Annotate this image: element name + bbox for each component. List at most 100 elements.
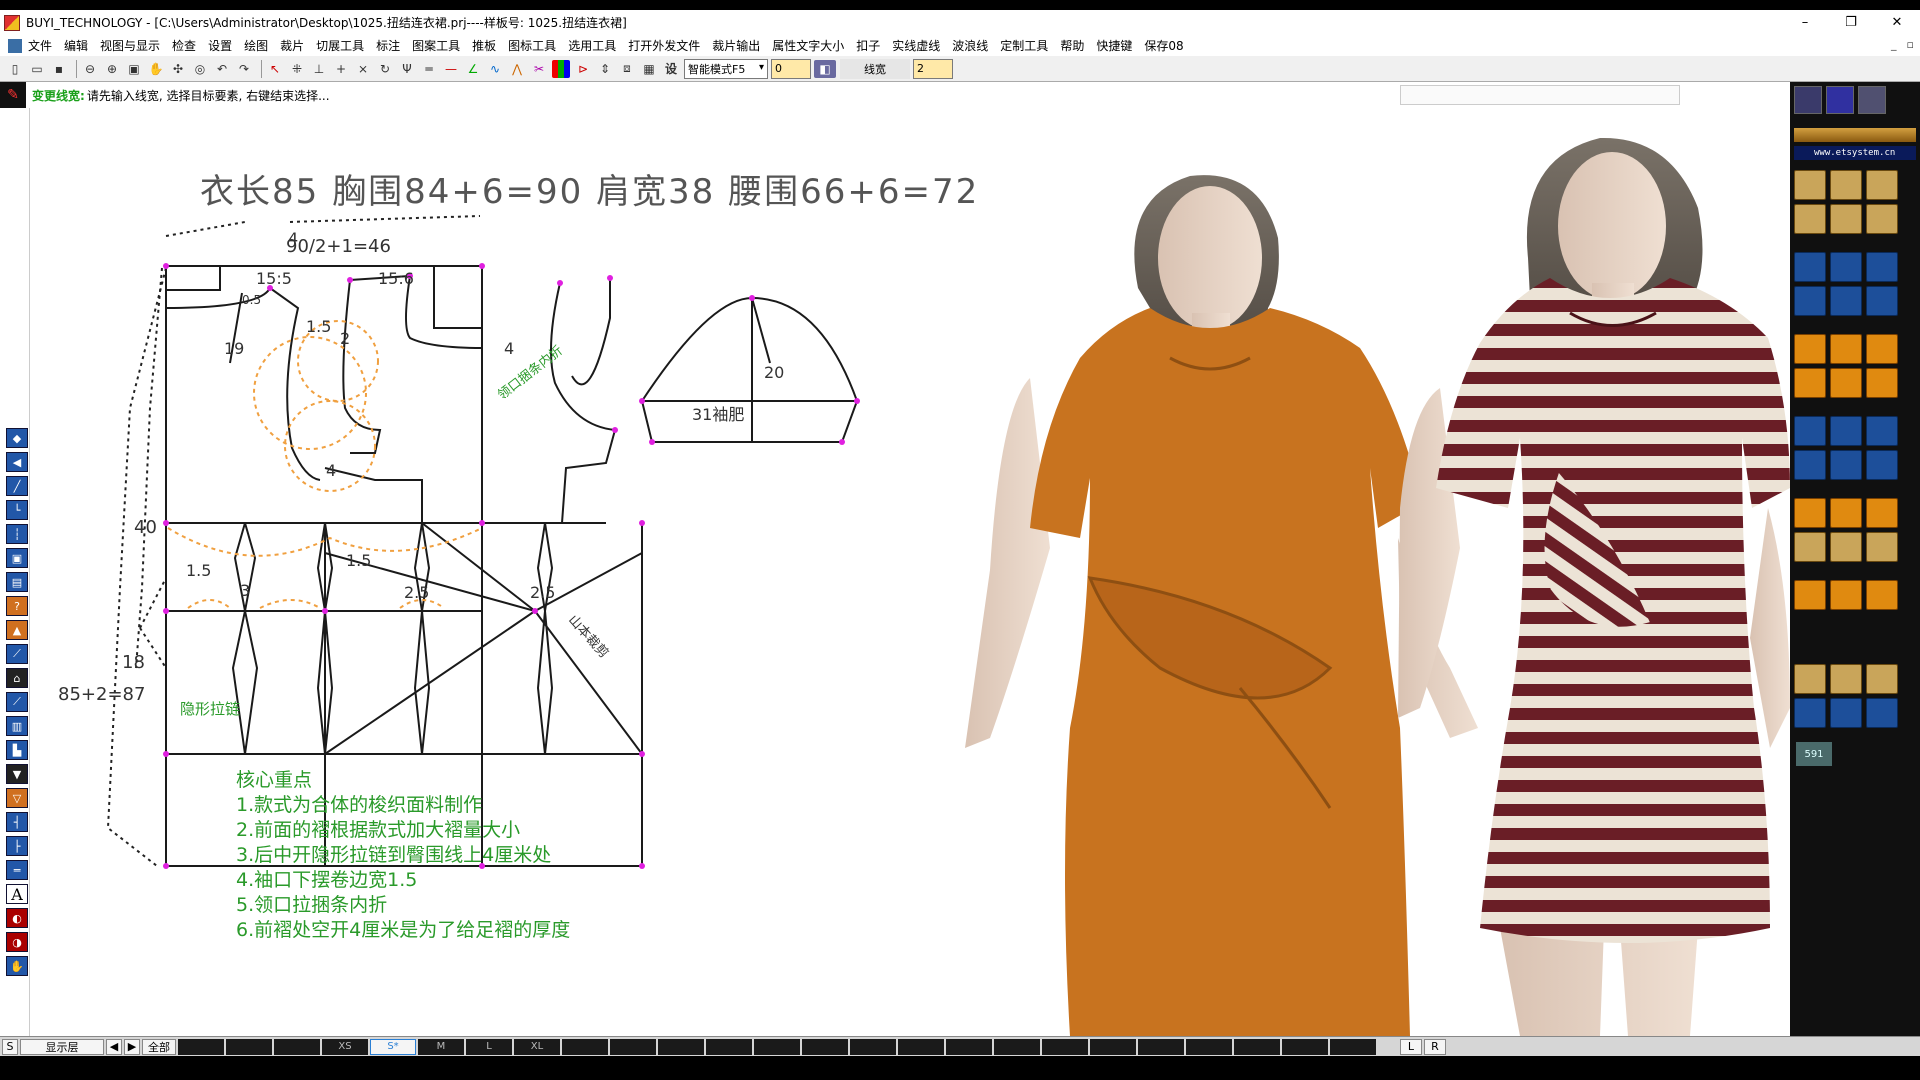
point-select-icon[interactable]: ⁜: [288, 60, 306, 78]
scissors-icon[interactable]: ✂: [530, 60, 548, 78]
tool-button-1[interactable]: ◆: [6, 428, 28, 448]
curve-icon[interactable]: ∿: [486, 60, 504, 78]
size-empty-1[interactable]: [178, 1038, 224, 1055]
menu-file[interactable]: 文件: [28, 37, 52, 54]
measure-icon[interactable]: ⊥: [310, 60, 328, 78]
size-xl[interactable]: XL: [514, 1038, 560, 1055]
tool-button-19[interactable]: ═: [6, 860, 28, 880]
menu-draw[interactable]: 绘图: [244, 37, 268, 54]
menu-pieces[interactable]: 裁片: [280, 37, 304, 54]
select-arrow-icon[interactable]: ↖: [266, 60, 284, 78]
tool-button-16[interactable]: ▽: [6, 788, 28, 808]
tool-button-5[interactable]: ┆: [6, 524, 28, 544]
zoom-in-icon[interactable]: ⊕: [103, 60, 121, 78]
close-button[interactable]: ✕: [1874, 10, 1920, 35]
rp-button-14[interactable]: [1830, 334, 1862, 364]
rp-button-20[interactable]: [1830, 416, 1862, 446]
document-icon[interactable]: [8, 38, 22, 53]
zoom-out-icon[interactable]: ⊖: [81, 60, 99, 78]
redo-icon[interactable]: ↷: [235, 60, 253, 78]
all-sizes-button[interactable]: 全部: [142, 1038, 176, 1055]
rp-button-11[interactable]: [1830, 286, 1862, 316]
rp-button-15[interactable]: [1866, 334, 1898, 364]
size-empty-13[interactable]: [994, 1038, 1040, 1055]
move-icon[interactable]: ✣: [169, 60, 187, 78]
tool-button-3[interactable]: ╱: [6, 476, 28, 496]
size-empty-9[interactable]: [802, 1038, 848, 1055]
value-field-1[interactable]: 0: [771, 58, 811, 79]
rp-button-33[interactable]: [1866, 580, 1898, 610]
size-empty-4[interactable]: [562, 1038, 608, 1055]
menu-view[interactable]: 视图与显示: [100, 37, 160, 54]
rp-button-7[interactable]: [1794, 252, 1826, 282]
size-empty-12[interactable]: [946, 1038, 992, 1055]
linewidth-field[interactable]: 2: [913, 58, 953, 79]
color-fill-icon[interactable]: [552, 59, 570, 78]
tool-button-10[interactable]: ⟋: [6, 644, 28, 664]
rp-button-6[interactable]: [1866, 204, 1898, 234]
next-button[interactable]: ▶: [124, 1038, 140, 1055]
rp-button-34[interactable]: [1794, 664, 1826, 694]
menu-settings[interactable]: 设置: [208, 37, 232, 54]
fork-icon[interactable]: Ψ: [398, 60, 416, 78]
rp-button-25[interactable]: [1794, 498, 1826, 528]
rp-button-35[interactable]: [1830, 664, 1862, 694]
rp-tool-1[interactable]: [1794, 86, 1822, 114]
rp-tool-2[interactable]: [1826, 86, 1854, 114]
tool-button-4[interactable]: └: [6, 500, 28, 520]
rp-button-23[interactable]: [1830, 450, 1862, 480]
fit-window-icon[interactable]: ▣: [125, 60, 143, 78]
restore-button[interactable]: ❐: [1828, 10, 1874, 35]
mdi-minimize-button[interactable]: _: [1891, 38, 1897, 51]
size-empty-15[interactable]: [1090, 1038, 1136, 1055]
toggle-icon[interactable]: ◧: [814, 59, 836, 78]
size-m[interactable]: M: [418, 1038, 464, 1055]
rp-button-5[interactable]: [1830, 204, 1862, 234]
size-empty-14[interactable]: [1042, 1038, 1088, 1055]
size-xs[interactable]: XS: [322, 1038, 368, 1055]
prev-button[interactable]: ◀: [106, 1038, 122, 1055]
menu-wave-line[interactable]: 波浪线: [952, 37, 988, 54]
drawing-canvas[interactable]: 衣长85 胸围84+6=90 肩宽38 腰围66+6=72 90/2+1=46 …: [30, 108, 1790, 1036]
layer-s-button[interactable]: S: [2, 1038, 18, 1055]
menu-custom-tools[interactable]: 定制工具: [1000, 37, 1048, 54]
rp-button-37[interactable]: [1794, 698, 1826, 728]
menu-help[interactable]: 帮助: [1060, 37, 1084, 54]
menu-open-external[interactable]: 打开外发文件: [628, 37, 700, 54]
notch-icon[interactable]: ⊳: [574, 60, 592, 78]
menu-annotate[interactable]: 标注: [376, 37, 400, 54]
mode-select[interactable]: 智能模式F5: [684, 58, 768, 79]
rp-button-4[interactable]: [1794, 204, 1826, 234]
intersect-icon[interactable]: ⨯: [354, 60, 372, 78]
rp-tool-3[interactable]: [1858, 86, 1886, 114]
crosshair-icon[interactable]: +: [332, 60, 350, 78]
line-icon[interactable]: —: [442, 60, 460, 78]
rp-button-24[interactable]: [1866, 450, 1898, 480]
size-empty-5[interactable]: [610, 1038, 656, 1055]
size-empty-11[interactable]: [898, 1038, 944, 1055]
tool-button-18[interactable]: ├: [6, 836, 28, 856]
rp-button-31[interactable]: [1794, 580, 1826, 610]
size-l[interactable]: L: [466, 1038, 512, 1055]
rp-button-39[interactable]: [1866, 698, 1898, 728]
tool-button-11[interactable]: ⌂: [6, 668, 28, 688]
rp-button-13[interactable]: [1794, 334, 1826, 364]
rp-button-27[interactable]: [1866, 498, 1898, 528]
settings-text-icon[interactable]: 设: [662, 60, 680, 78]
rp-button-19[interactable]: [1794, 416, 1826, 446]
rp-button-38[interactable]: [1830, 698, 1862, 728]
rp-button-36[interactable]: [1866, 664, 1898, 694]
tool-button-17[interactable]: ┤: [6, 812, 28, 832]
rp-button-17[interactable]: [1830, 368, 1862, 398]
size-empty-8[interactable]: [754, 1038, 800, 1055]
tool-button-15[interactable]: ▼: [6, 764, 28, 784]
size-empty-20[interactable]: [1330, 1038, 1376, 1055]
rp-button-12[interactable]: [1866, 286, 1898, 316]
size-s[interactable]: S*: [370, 1038, 416, 1055]
rp-button-18[interactable]: [1866, 368, 1898, 398]
menu-icon-tools[interactable]: 图标工具: [508, 37, 556, 54]
menu-save08[interactable]: 保存08: [1144, 37, 1183, 54]
tool-button-13[interactable]: ▥: [6, 716, 28, 736]
piece-icon[interactable]: ▦: [640, 60, 658, 78]
new-file-icon[interactable]: ▯: [6, 60, 24, 78]
